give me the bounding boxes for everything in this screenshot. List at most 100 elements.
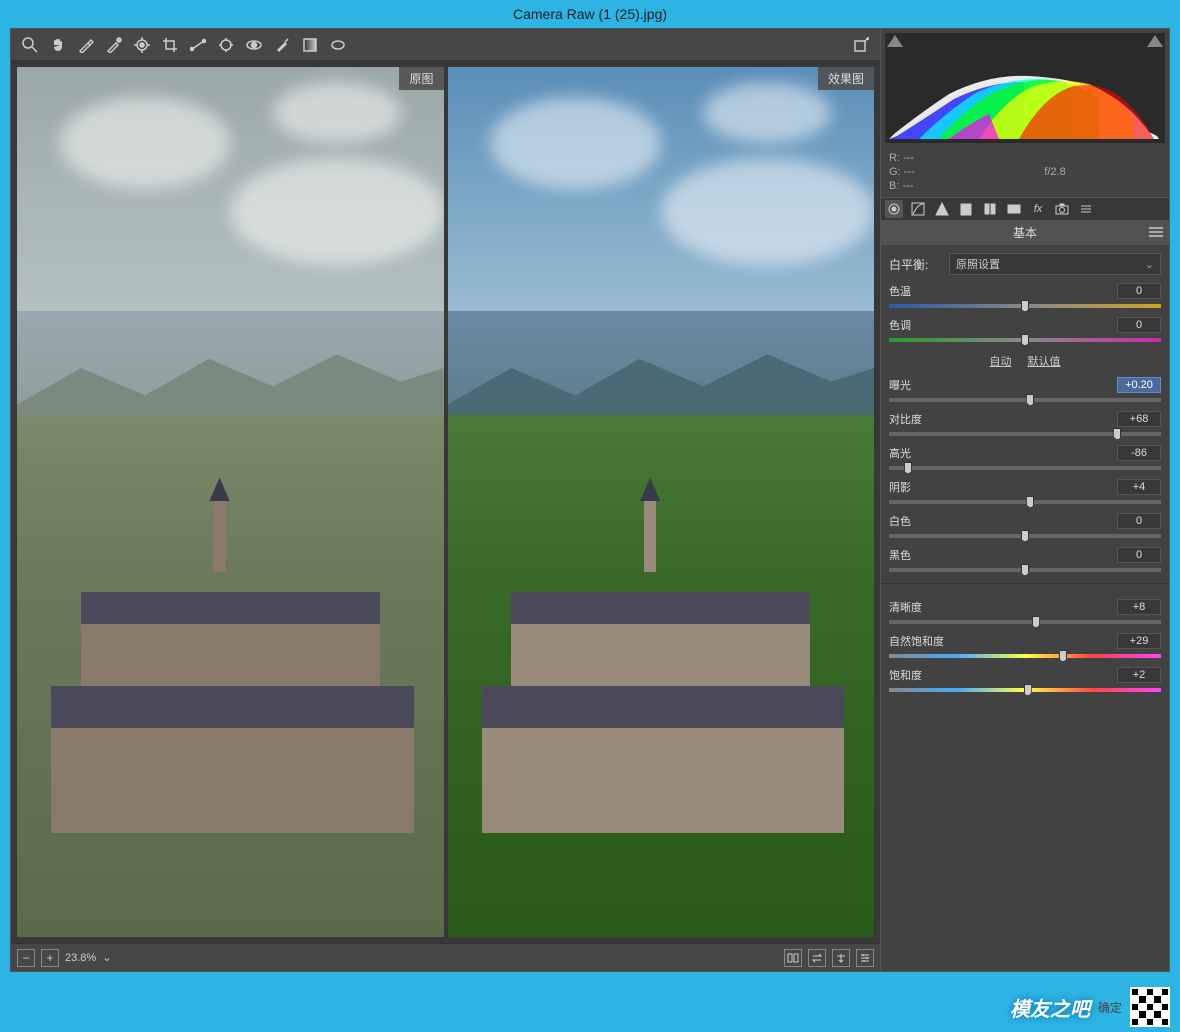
radial-tool-icon[interactable]: [325, 32, 351, 58]
tab-split-icon[interactable]: [981, 200, 999, 218]
panel-body: 白平衡: 原照设置 色温0 色调0 自动 默认值 曝光+0.20 对比度+68 …: [881, 245, 1169, 971]
slider-temp-value[interactable]: 0: [1117, 283, 1161, 299]
slider-saturation-value[interactable]: +2: [1117, 667, 1161, 683]
panel-title: 基本: [881, 221, 1169, 245]
slider-whites: 白色 0: [889, 513, 1161, 541]
slider-temp-track[interactable]: [889, 301, 1161, 311]
slider-shadows-track[interactable]: [889, 497, 1161, 507]
slider-shadows-thumb[interactable]: [1026, 496, 1034, 508]
slider-contrast: 对比度 +68: [889, 411, 1161, 439]
zoom-out-button[interactable]: −: [17, 949, 35, 967]
slider-clarity-value[interactable]: +8: [1117, 599, 1161, 615]
slider-exposure-label: 曝光: [889, 377, 911, 393]
shadow-clip-icon[interactable]: [887, 35, 903, 47]
tab-basic-icon[interactable]: [885, 200, 903, 218]
slider-tint-thumb[interactable]: [1021, 334, 1029, 346]
slider-saturation-thumb[interactable]: [1024, 684, 1032, 696]
wb-select[interactable]: 原照设置: [949, 253, 1161, 275]
highlight-clip-icon[interactable]: [1147, 35, 1163, 47]
slider-blacks-track[interactable]: [889, 565, 1161, 575]
slider-saturation-track[interactable]: [889, 685, 1161, 695]
toolbar: [11, 29, 880, 61]
slider-highlights: 高光 -86: [889, 445, 1161, 473]
slider-contrast-value[interactable]: +68: [1117, 411, 1161, 427]
tab-detail-icon[interactable]: [933, 200, 951, 218]
slider-highlights-track[interactable]: [889, 463, 1161, 473]
app-window: 原图: [10, 28, 1170, 972]
slider-highlights-thumb[interactable]: [904, 462, 912, 474]
slider-shadows-value[interactable]: +4: [1117, 479, 1161, 495]
qr-code-icon: [1130, 987, 1170, 1027]
crop-tool-icon[interactable]: [157, 32, 183, 58]
tab-hsl-icon[interactable]: [957, 200, 975, 218]
after-image[interactable]: 效果图: [448, 67, 875, 937]
tab-curve-icon[interactable]: [909, 200, 927, 218]
eyedropper-tool-icon[interactable]: [73, 32, 99, 58]
hand-tool-icon[interactable]: [45, 32, 71, 58]
slider-temp-label: 色温: [889, 283, 911, 299]
slider-exposure-value[interactable]: +0.20: [1117, 377, 1161, 393]
panel-menu-icon[interactable]: [1149, 227, 1163, 239]
slider-temp-thumb[interactable]: [1021, 300, 1029, 312]
slider-exposure-thumb[interactable]: [1026, 394, 1034, 406]
zoom-tool-icon[interactable]: [17, 32, 43, 58]
slider-clarity-thumb[interactable]: [1032, 616, 1040, 628]
ok-button[interactable]: 确定: [1098, 999, 1122, 1016]
slider-whites-value[interactable]: 0: [1117, 513, 1161, 529]
slider-whites-track[interactable]: [889, 531, 1161, 541]
slider-tint-value[interactable]: 0: [1117, 317, 1161, 333]
slider-contrast-track[interactable]: [889, 429, 1161, 439]
slider-vibrance-label: 自然饱和度: [889, 633, 944, 649]
before-image[interactable]: 原图: [17, 67, 444, 937]
tab-camera-icon[interactable]: [1053, 200, 1071, 218]
slider-vibrance-value[interactable]: +29: [1117, 633, 1161, 649]
slider-shadows: 阴影 +4: [889, 479, 1161, 507]
view-settings-icon[interactable]: [856, 949, 874, 967]
slider-exposure: 曝光 +0.20: [889, 377, 1161, 405]
slider-blacks-value[interactable]: 0: [1117, 547, 1161, 563]
slider-tint-label: 色调: [889, 317, 911, 333]
slider-whites-label: 白色: [889, 513, 911, 529]
slider-whites-thumb[interactable]: [1021, 530, 1029, 542]
spot-tool-icon[interactable]: [213, 32, 239, 58]
slider-shadows-label: 阴影: [889, 479, 911, 495]
slider-blacks: 黑色0: [889, 547, 1161, 575]
gradient-tool-icon[interactable]: [297, 32, 323, 58]
tab-fx-icon[interactable]: fx: [1029, 200, 1047, 218]
auto-link[interactable]: 自动: [990, 353, 1012, 369]
slider-temp: 色温 0: [889, 283, 1161, 311]
watermark: 模友之吧 确定: [1000, 982, 1180, 1032]
slider-contrast-label: 对比度: [889, 411, 922, 427]
target-adjust-tool-icon[interactable]: [129, 32, 155, 58]
swap-icon[interactable]: [808, 949, 826, 967]
bottom-bar: − + 23.8% ⌄: [11, 943, 880, 971]
slider-tint-track[interactable]: [889, 335, 1161, 345]
slider-vibrance-thumb[interactable]: [1059, 650, 1067, 662]
copy-settings-icon[interactable]: [832, 949, 850, 967]
brush-tool-icon[interactable]: [269, 32, 295, 58]
straighten-tool-icon[interactable]: [185, 32, 211, 58]
zoom-dropdown-icon[interactable]: ⌄: [102, 951, 111, 964]
slider-contrast-thumb[interactable]: [1113, 428, 1121, 440]
rgb-readout: R: --- G: --- B: ---: [889, 151, 949, 193]
redeye-tool-icon[interactable]: [241, 32, 267, 58]
preferences-icon[interactable]: [848, 32, 874, 58]
default-link[interactable]: 默认值: [1028, 353, 1061, 369]
slider-saturation-label: 饱和度: [889, 667, 922, 683]
slider-clarity-track[interactable]: [889, 617, 1161, 627]
slider-exposure-track[interactable]: [889, 395, 1161, 405]
compare-mode-icon[interactable]: [784, 949, 802, 967]
slider-blacks-thumb[interactable]: [1021, 564, 1029, 576]
window-titlebar: Camera Raw (1 (25).jpg): [0, 0, 1180, 28]
histogram[interactable]: [885, 33, 1165, 143]
tab-presets-icon[interactable]: [1077, 200, 1095, 218]
slider-vibrance: 自然饱和度 +29: [889, 633, 1161, 661]
sampler-tool-icon[interactable]: [101, 32, 127, 58]
info-row: R: --- G: --- B: --- f/2.8: [881, 147, 1169, 197]
slider-highlights-label: 高光: [889, 445, 911, 461]
slider-vibrance-track[interactable]: [889, 651, 1161, 661]
slider-highlights-value[interactable]: -86: [1117, 445, 1161, 461]
tab-lens-icon[interactable]: [1005, 200, 1023, 218]
zoom-in-button[interactable]: +: [41, 949, 59, 967]
zoom-value: 23.8%: [65, 952, 96, 964]
